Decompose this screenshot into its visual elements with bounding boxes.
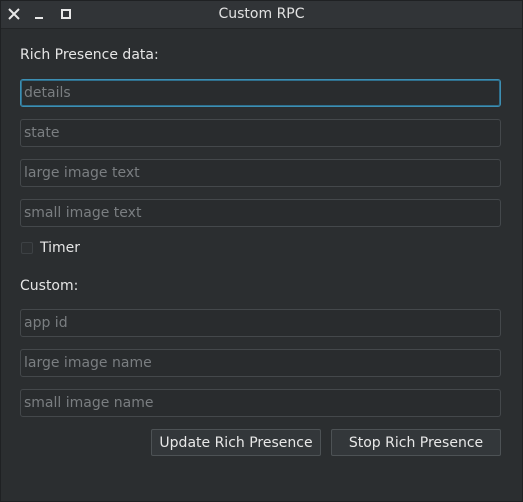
app-id-input[interactable] xyxy=(20,309,501,337)
window-title: Custom RPC xyxy=(218,6,305,22)
update-rich-presence-button[interactable]: Update Rich Presence xyxy=(151,429,321,456)
large-image-name-input[interactable] xyxy=(20,349,501,377)
timer-checkbox[interactable] xyxy=(21,242,33,254)
title-bar: Custom RPC xyxy=(1,1,522,29)
timer-label[interactable]: Timer xyxy=(40,240,80,256)
small-image-name-input[interactable] xyxy=(20,389,501,417)
stop-rich-presence-button[interactable]: Stop Rich Presence xyxy=(331,429,501,456)
custom-heading: Custom: xyxy=(20,278,79,294)
large-image-text-input[interactable] xyxy=(20,159,501,187)
details-input[interactable] xyxy=(20,79,501,107)
custom-rpc-window: Custom RPC Rich Presence data: Timer Cus… xyxy=(0,0,523,502)
state-input[interactable] xyxy=(20,119,501,147)
small-image-text-input[interactable] xyxy=(20,199,501,227)
rich-presence-heading: Rich Presence data: xyxy=(20,47,159,63)
